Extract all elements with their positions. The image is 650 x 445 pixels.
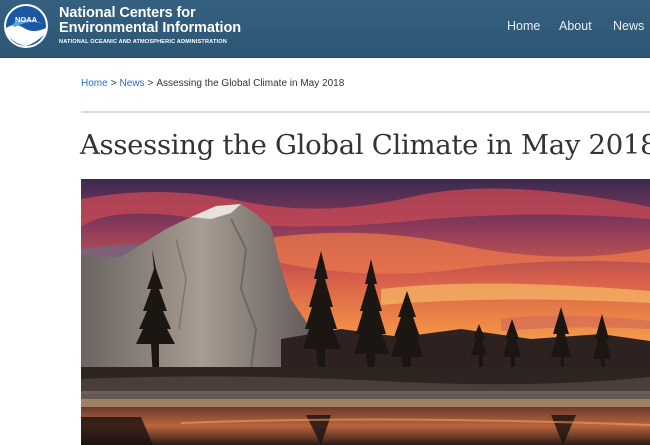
- hero-image: [81, 179, 650, 445]
- nav-home[interactable]: Home: [507, 19, 540, 33]
- breadcrumb-home[interactable]: Home: [81, 78, 108, 89]
- org-name-line2: Environmental Information: [59, 20, 241, 36]
- page-title: Assessing the Global Climate in May 2018: [80, 129, 650, 161]
- logo-text: NOAA: [15, 15, 38, 24]
- breadcrumb-separator: >: [110, 78, 117, 89]
- org-name-line1: National Centers for: [59, 5, 196, 21]
- breadcrumb-current: Assessing the Global Climate in May 2018: [156, 78, 345, 89]
- noaa-logo-icon[interactable]: NOAA: [3, 3, 49, 49]
- site-header: NOAA National Centers for Environmental …: [0, 0, 650, 58]
- breadcrumb-news[interactable]: News: [120, 78, 145, 89]
- nav-about[interactable]: About: [559, 19, 592, 33]
- nav-news[interactable]: News: [613, 19, 644, 33]
- breadcrumb-separator: >: [147, 78, 154, 89]
- org-parent-name: NATIONAL OCEANIC AND ATMOSPHERIC ADMINIS…: [59, 39, 227, 45]
- breadcrumb: Home > News > Assessing the Global Climate i…: [81, 78, 344, 89]
- org-name[interactable]: National Centers for Environmental Infor…: [59, 6, 241, 47]
- divider: [81, 111, 650, 113]
